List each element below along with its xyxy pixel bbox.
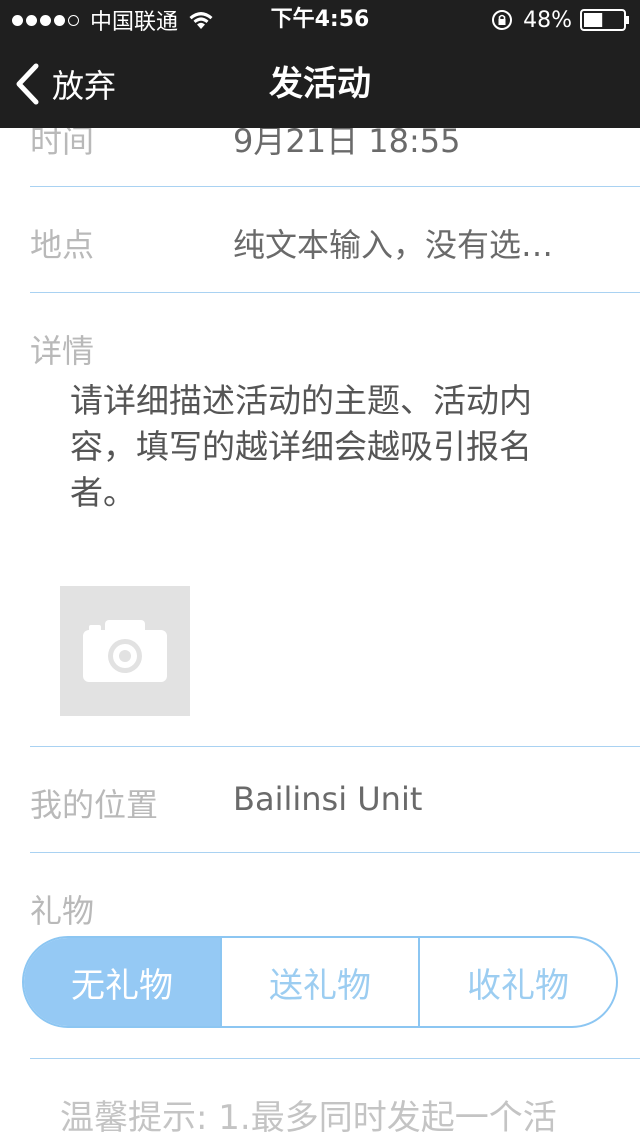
location-label: 地点 (30, 226, 95, 264)
rotation-lock-icon (492, 10, 513, 30)
location-input[interactable]: 纯文本输入，没有选… (233, 220, 553, 266)
camera-icon (83, 620, 167, 682)
navigation-bar: 放弃 发活动 (0, 40, 640, 128)
my-location-value[interactable]: Bailinsi Unit (233, 780, 422, 818)
status-bar: 中国联通 下午4:56 48% (0, 0, 640, 40)
details-label: 详情 (30, 332, 95, 370)
tip-text: 温馨提示: 1.最多同时发起一个活 (60, 1098, 557, 1136)
chevron-left-icon (16, 63, 39, 105)
gift-option-none[interactable]: 无礼物 (24, 938, 220, 1026)
gift-option-receive[interactable]: 收礼物 (418, 938, 616, 1026)
gift-label: 礼物 (30, 892, 95, 930)
back-button[interactable]: 放弃 (14, 40, 116, 128)
add-photo-button[interactable] (60, 586, 190, 716)
battery-icon (580, 9, 629, 31)
back-label: 放弃 (52, 67, 117, 105)
details-textarea[interactable]: 请详细描述活动的主题、活动内容，填写的越详细会越吸引报名者。 (70, 378, 590, 516)
my-location-label: 我的位置 (30, 786, 159, 824)
gift-option-give[interactable]: 送礼物 (220, 938, 418, 1026)
form-content: 时间 9月21日 18:55 地点 纯文本输入，没有选… 详情 请详细描述活动的… (0, 0, 640, 1136)
battery-percent: 48% (523, 7, 572, 33)
gift-segmented-control: 无礼物 送礼物 收礼物 (22, 936, 618, 1028)
